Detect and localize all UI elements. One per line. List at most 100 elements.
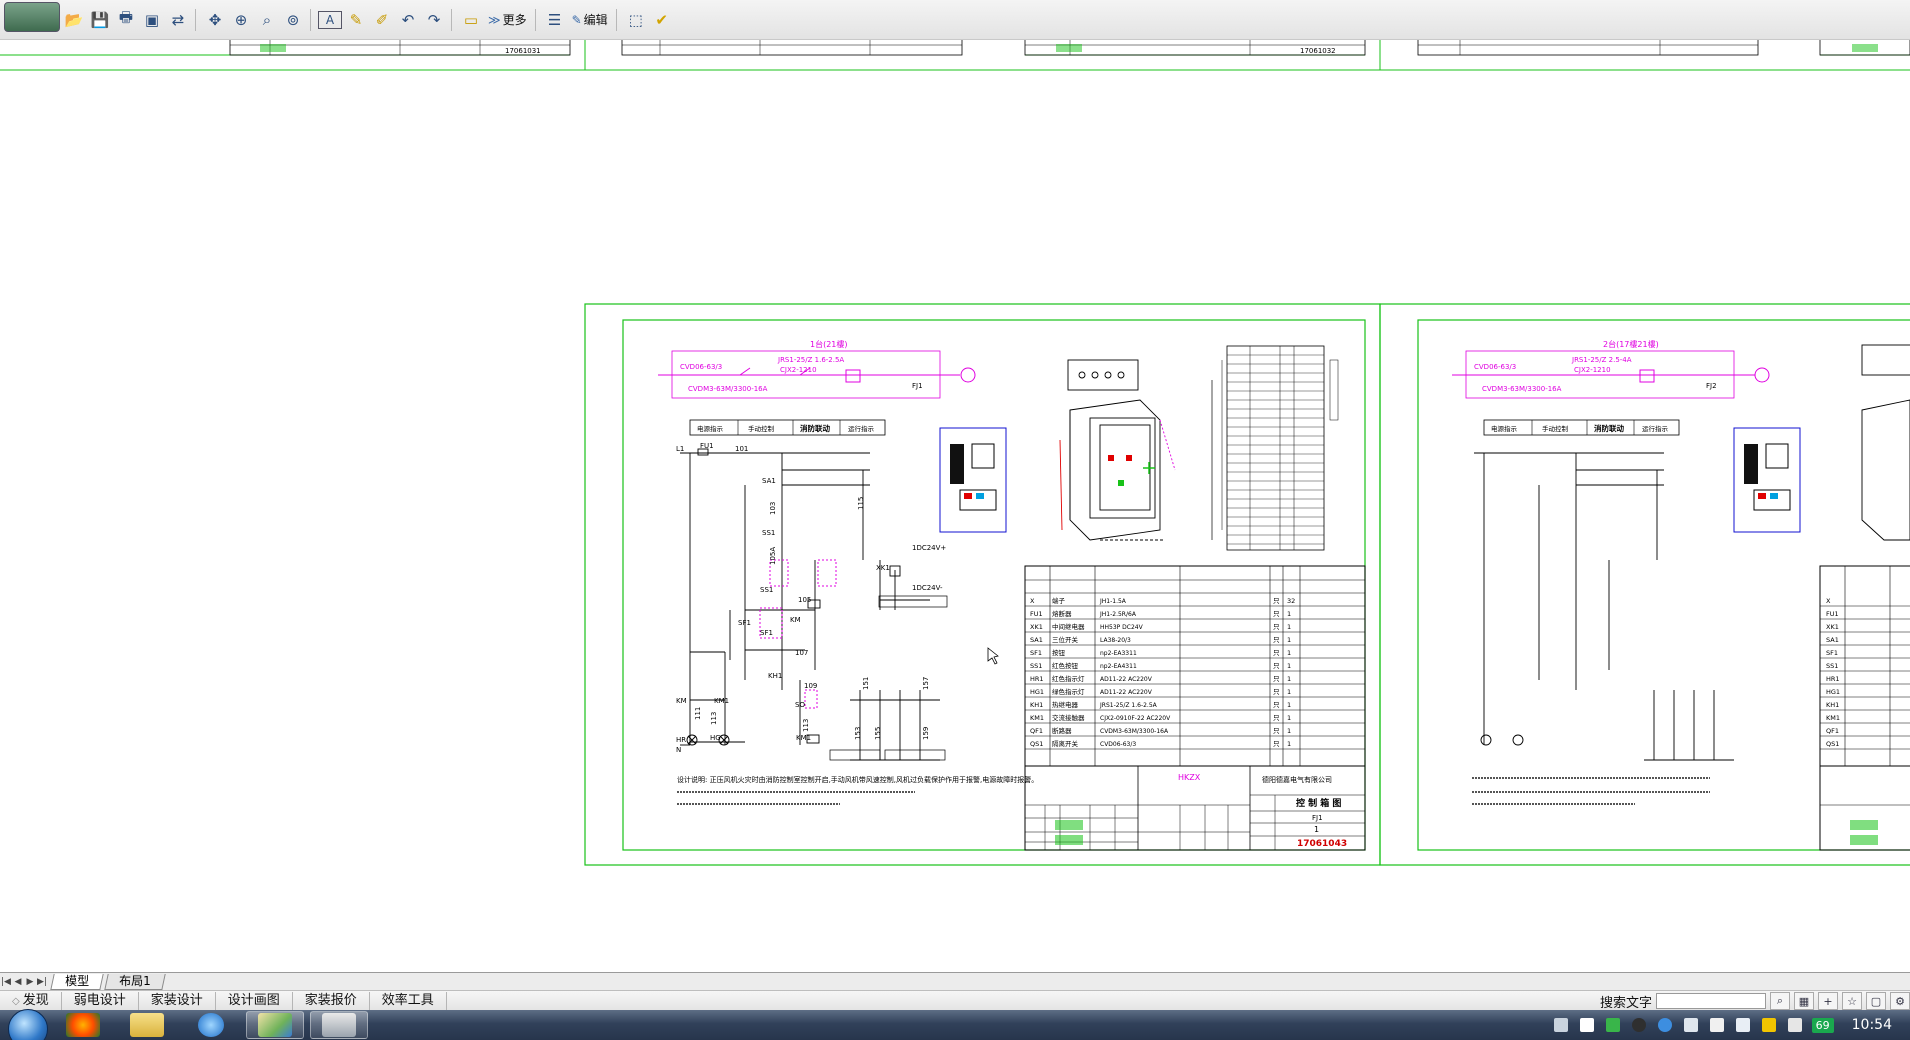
settings-icon[interactable]: ⚙ xyxy=(1890,992,1910,1010)
ladder-label: L1 xyxy=(676,445,684,453)
usb-icon[interactable] xyxy=(1683,1018,1698,1032)
bom-code: HG1 xyxy=(1030,688,1044,696)
terminal-table xyxy=(1211,345,1339,551)
title-cabinet: FJ1 xyxy=(1312,814,1323,822)
bom-model: CJX2-0910F-22 AC220V xyxy=(1100,715,1171,722)
text-search-area: 搜索文字 ⌕ ▦ + ☆ ▢ ⚙ xyxy=(1596,991,1910,1011)
search-input[interactable] xyxy=(1656,993,1766,1009)
plugin-drawing[interactable]: 设计画图 xyxy=(216,991,293,1010)
tray-badge[interactable]: 69 xyxy=(1811,1017,1834,1033)
top-strip: 17061031 17061032 xyxy=(0,40,1910,71)
bom-name: 绿色指示灯 xyxy=(1052,687,1085,696)
taskbar-app-folder[interactable] xyxy=(118,1011,176,1039)
bom-qty: 1 xyxy=(1287,727,1291,735)
feeder-label: JRS1-25/Z 1.6-2.5A xyxy=(777,356,844,364)
ladder-label: KM1 xyxy=(714,697,729,705)
bom-model: np2-EA3311 xyxy=(1100,650,1137,657)
security-icon[interactable] xyxy=(1761,1018,1776,1032)
open-icon[interactable]: 📂 xyxy=(62,8,86,32)
ladder-label: 1DC24V- xyxy=(912,584,943,592)
star-icon[interactable]: ☆ xyxy=(1842,992,1862,1010)
ladder-label: 115 xyxy=(857,497,865,510)
ladder-label: SF1 xyxy=(738,619,751,627)
taskbar-app-paint[interactable] xyxy=(246,1011,304,1039)
taskbar-app-cad-viewer[interactable] xyxy=(310,1011,368,1039)
print-icon[interactable]: 🖶 xyxy=(114,8,138,32)
zoom-realtime-icon[interactable]: ⊕ xyxy=(229,8,253,32)
bom-name: 红色按钮 xyxy=(1052,661,1079,670)
ladder-label: 111 xyxy=(694,707,702,720)
ladder-label: 157 xyxy=(922,677,930,690)
next-tab-arrow-icon[interactable]: ▶ xyxy=(24,975,36,989)
title-block: HKZX 德阳德嘉电气有限公司 控 制 箱 图 FJ1 1 17061043 xyxy=(1024,765,1366,851)
ladder-label: 159 xyxy=(922,727,930,740)
bom-unit: 只 xyxy=(1273,688,1280,696)
layers-icon[interactable]: ☰ xyxy=(543,8,567,32)
pen-icon[interactable]: ✎ xyxy=(344,8,368,32)
pdf-icon[interactable]: ▣ xyxy=(140,8,164,32)
select-icon[interactable]: ⬚ xyxy=(624,8,648,32)
keyboard-icon[interactable] xyxy=(1553,1018,1568,1032)
sheet-2: 2台(17樓21樓) CVD06-63/3 JRS1-25/Z 2.5-4A C… xyxy=(1379,303,1910,866)
taskbar-app-media[interactable] xyxy=(54,1011,112,1039)
ladder-label: SS1 xyxy=(760,586,773,594)
measure-icon[interactable]: ▭ xyxy=(459,8,483,32)
bom-code: QF1 xyxy=(1826,727,1839,735)
taskbar-app-ie[interactable] xyxy=(182,1011,240,1039)
tab-model[interactable]: 模型 xyxy=(50,973,104,990)
bom-qty: 32 xyxy=(1287,597,1295,605)
zoom-window-icon[interactable]: ⌕ xyxy=(255,8,279,32)
qq-icon[interactable] xyxy=(1631,1018,1646,1032)
ladder-label: 113 xyxy=(802,719,810,732)
folder-icon xyxy=(130,1013,164,1037)
app-window: 📂 💾 🖶 ▣ ⇄ ✥ ⊕ ⌕ ⊚ A ✎ ✐ ↶ ↷ ▭ ≫ 更多 ☰ ✎ 编辑 … xyxy=(0,0,1910,1040)
window-icon[interactable]: ▢ xyxy=(1866,992,1886,1010)
chat-icon[interactable] xyxy=(1709,1018,1724,1032)
tab-model-label: 模型 xyxy=(65,973,90,988)
network-icon[interactable] xyxy=(1735,1018,1750,1032)
check-icon[interactable]: ✔ xyxy=(650,8,674,32)
last-tab-arrow-icon[interactable]: ▶| xyxy=(36,975,48,989)
drawing-canvas[interactable]: 17061031 17061032 1台(21樓) CVD06-63/3 JRS… xyxy=(0,40,1910,972)
more-button[interactable]: ≫ 更多 xyxy=(485,8,530,32)
toolbar-separator xyxy=(534,8,536,31)
zoom-all-icon[interactable]: ⊚ xyxy=(281,8,305,32)
volume-icon[interactable] xyxy=(1787,1018,1802,1032)
cad-viewer-icon xyxy=(322,1013,356,1037)
plugin-label: 弱电设计 xyxy=(73,992,126,1008)
bom-code: SS1 xyxy=(1826,662,1838,670)
plugin-weak-current[interactable]: 弱电设计 xyxy=(62,991,139,1010)
highlight-icon[interactable]: ✐ xyxy=(370,8,394,32)
plugin-home-design[interactable]: 家装设计 xyxy=(139,991,216,1010)
tab-layout1[interactable]: 布局1 xyxy=(104,973,166,990)
plugin-label: 家装设计 xyxy=(150,992,203,1008)
control-header: 电源指示 xyxy=(697,424,724,433)
prev-tab-arrow-icon[interactable]: ◀ xyxy=(12,975,24,989)
feeder-label: CVD06-63/3 xyxy=(1474,363,1516,371)
snap-icon[interactable]: ▦ xyxy=(1794,992,1814,1010)
bom-qty: 1 xyxy=(1287,701,1291,709)
export-icon[interactable]: ⇄ xyxy=(166,8,190,32)
antivirus-icon[interactable] xyxy=(1605,1018,1620,1032)
first-tab-arrow-icon[interactable]: |◀ xyxy=(0,975,12,989)
ie-tray-icon[interactable] xyxy=(1657,1018,1672,1032)
taskbar-clock[interactable]: 10:54 xyxy=(1852,1017,1892,1033)
text-icon[interactable]: A xyxy=(318,10,342,29)
plugin-quote[interactable]: 家装报价 xyxy=(293,991,370,1010)
move-icon[interactable]: ✥ xyxy=(203,8,227,32)
undo-icon[interactable]: ↶ xyxy=(396,8,420,32)
plugin-discover[interactable]: ◇ 发现 xyxy=(0,991,62,1010)
design-note: 设计说明: 正压风机火灾时由消防控制室控制开启,手动风机带风速控制,风机过负载保… xyxy=(677,775,1038,784)
tab-layout1-label: 布局1 xyxy=(119,973,151,988)
save-icon[interactable]: 💾 xyxy=(88,8,112,32)
redo-icon[interactable]: ↷ xyxy=(422,8,446,32)
bom-code: SA1 xyxy=(1826,636,1839,644)
ladder-label: SS1 xyxy=(762,529,775,537)
search-icon[interactable]: ⌕ xyxy=(1770,992,1790,1010)
flag-icon[interactable] xyxy=(1579,1018,1594,1032)
user-avatar[interactable] xyxy=(4,1,60,32)
start-button[interactable] xyxy=(8,1009,48,1040)
edit-button[interactable]: ✎ 编辑 xyxy=(569,8,611,32)
plugin-efficiency[interactable]: 效率工具 xyxy=(370,991,447,1010)
crosshair-icon[interactable]: + xyxy=(1818,992,1838,1010)
